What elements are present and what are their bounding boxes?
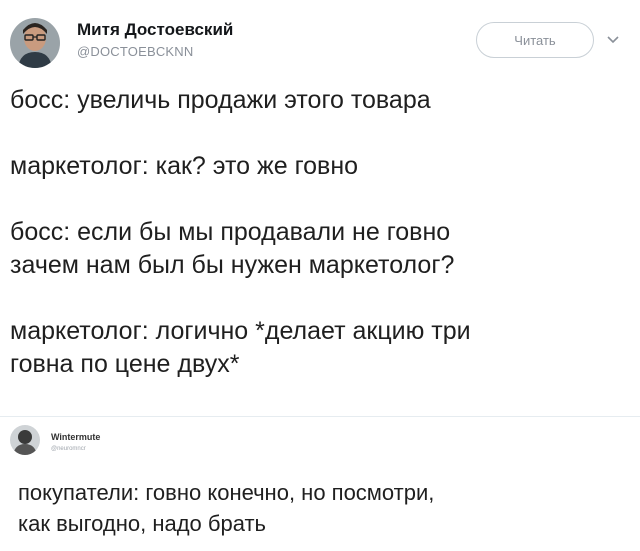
author-name[interactable]: Митя Достоевский <box>77 20 233 40</box>
reply-line: покупатели: говно конечно, но посмотри, <box>18 480 435 505</box>
tweet-line: босс: если бы мы продавали не говно <box>10 218 451 246</box>
tweet-gap <box>10 183 610 216</box>
tweet-line: говна по цене двух* <box>10 350 240 378</box>
author-avatar[interactable] <box>10 18 60 68</box>
reply-author-name[interactable]: Wintermute <box>51 432 100 442</box>
reply-author-handle[interactable]: @neuromncr <box>51 446 86 452</box>
tweet-text: босс: увеличь продажи этого товара марке… <box>10 84 610 381</box>
tweet-gap <box>10 117 610 150</box>
tweet-line: босс: увеличь продажи этого товара <box>10 86 431 114</box>
tweet-line: зачем нам был бы нужен маркетолог? <box>10 251 455 279</box>
tweet-line: маркетолог: как? это же говно <box>10 152 359 180</box>
tweet-line: маркетолог: логично *делает акцию три <box>10 317 471 345</box>
divider <box>0 416 640 417</box>
author-handle[interactable]: @DOCTOEBCKNN <box>77 44 193 59</box>
reply-text: покупатели: говно конечно, но посмотри, … <box>18 477 618 539</box>
tweet-gap <box>10 282 610 315</box>
chevron-down-icon[interactable] <box>605 33 621 45</box>
reply-line: как выгодно, надо брать <box>18 511 267 536</box>
reply-avatar[interactable] <box>10 425 40 455</box>
follow-button[interactable]: Читать <box>476 22 594 58</box>
